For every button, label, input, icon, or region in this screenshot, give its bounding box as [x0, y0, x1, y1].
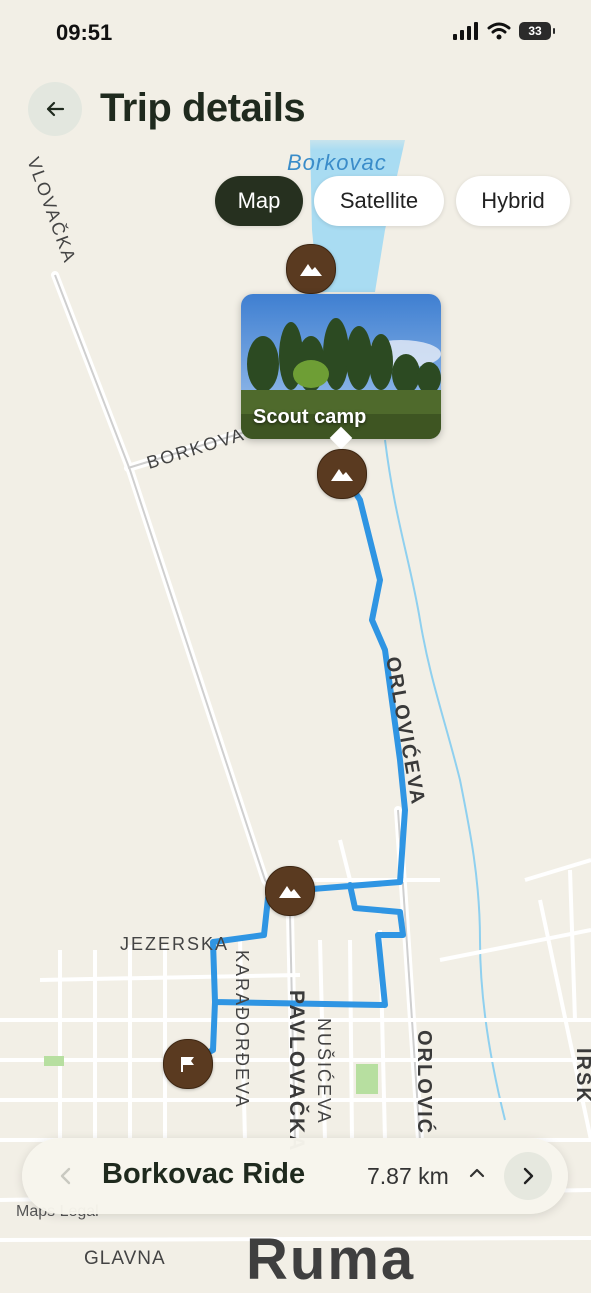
map-type-map-button[interactable]: Map — [215, 176, 303, 226]
photo-card-scout-camp[interactable]: Scout camp — [241, 294, 441, 439]
mountain-marker[interactable] — [286, 244, 336, 294]
street-label-pavlovacka: PAVLOVAČKA — [285, 990, 309, 1152]
trip-name: Borkovac Ride — [102, 1158, 306, 1190]
expand-button[interactable] — [468, 1166, 486, 1185]
flag-marker[interactable] — [163, 1039, 213, 1089]
battery-icon: 33 — [519, 22, 555, 40]
street-label-glavna: GLAVNA — [84, 1248, 166, 1269]
trip-distance: 7.87 km — [367, 1163, 449, 1189]
back-button[interactable] — [28, 82, 82, 136]
street-label-nusiceva: NUŠIĆEVA — [314, 1018, 335, 1125]
mountain-icon — [300, 264, 322, 276]
flag-icon — [181, 1057, 194, 1072]
street-label-karadjordjeva: KARAĐORĐEVA — [232, 950, 252, 1109]
park-area — [44, 1056, 64, 1066]
street-label-orlovic: ORLOVIĆ — [413, 1030, 437, 1135]
page-title: Trip details — [100, 86, 306, 130]
town-label: Ruma — [246, 1227, 416, 1292]
mountain-icon — [331, 469, 353, 481]
map-type-satellite-button[interactable]: Satellite — [314, 176, 444, 226]
mountain-marker[interactable] — [317, 449, 367, 499]
street-label-jezerska: JEZERSKA — [120, 934, 229, 954]
wifi-icon — [487, 22, 511, 40]
next-trip-button[interactable] — [504, 1152, 552, 1200]
water-label: Borkovac — [287, 150, 387, 175]
park-area — [356, 1064, 378, 1094]
map-type-hybrid-button[interactable]: Hybrid — [456, 176, 570, 226]
status-icons: 33 — [453, 22, 555, 40]
status-bar: 09:51 33 — [0, 0, 591, 70]
chevron-up-icon — [469, 1168, 485, 1178]
chevron-right-icon — [523, 1167, 534, 1185]
trip-summary-bar[interactable]: Borkovac Ride 7.87 km — [22, 1138, 568, 1214]
cellular-signal-icon — [453, 22, 478, 40]
mountain-icon — [279, 886, 301, 898]
chevron-left-icon — [60, 1167, 71, 1185]
arrow-left-icon — [46, 101, 65, 117]
mountain-marker[interactable] — [265, 866, 315, 916]
street-label-irsk: IRSK — [572, 1048, 591, 1104]
status-time: 09:51 — [56, 20, 113, 45]
photo-card-label: Scout camp — [253, 406, 367, 428]
previous-trip-button[interactable] — [42, 1152, 90, 1200]
